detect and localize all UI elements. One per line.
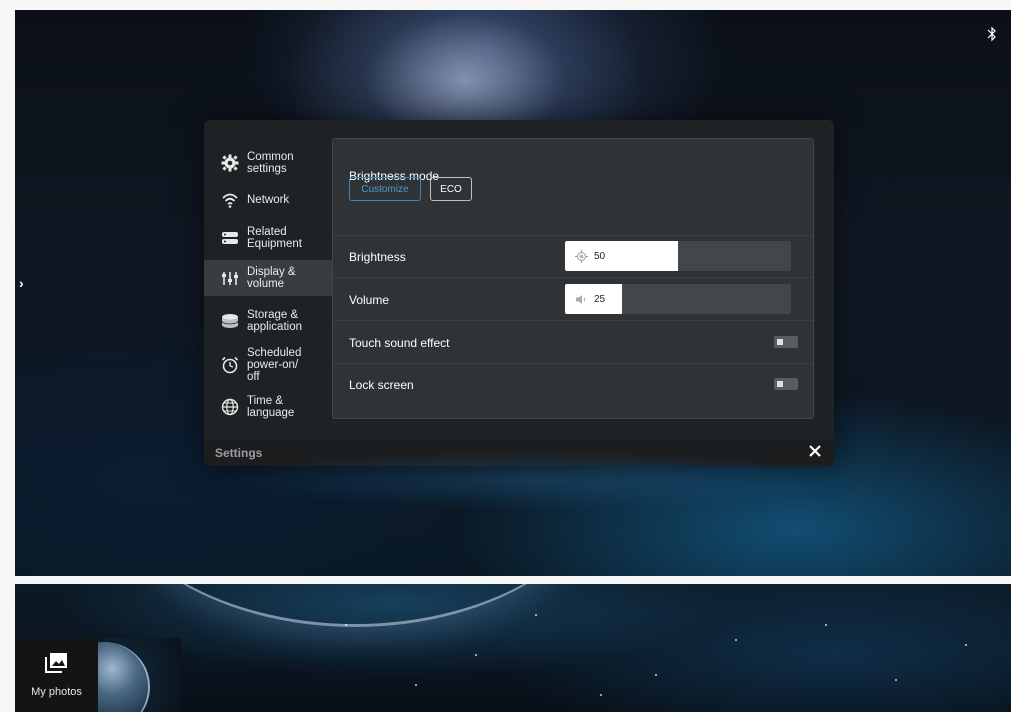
bluetooth-icon[interactable] (985, 26, 999, 42)
touch-sound-row: Touch sound effect (333, 321, 813, 364)
brightness-slider[interactable]: 50 (565, 241, 791, 271)
star (600, 694, 602, 696)
star (825, 624, 827, 626)
lock-screen-row: Lock screen (333, 364, 813, 406)
planet-horizon (95, 584, 615, 627)
my-photos-label: My photos (31, 686, 82, 698)
volume-slider-fill: 25 (565, 284, 622, 314)
lock-screen-toggle[interactable] (774, 378, 798, 390)
brightness-mode-row: Brightness mode Customize ECO (333, 139, 813, 236)
star (735, 639, 737, 641)
lock-screen-label: Lock screen (349, 378, 414, 392)
display-volume-panel: Brightness mode Customize ECO Brightness (332, 138, 814, 419)
brightness-icon (575, 249, 588, 263)
lower-screen: My photos (15, 584, 1011, 712)
volume-row: Volume 25 (333, 278, 813, 321)
customize-button[interactable]: Customize (349, 177, 421, 201)
sidebar-item-storage-application[interactable]: Storage & application (204, 304, 332, 338)
star (965, 644, 967, 646)
globe-icon (221, 398, 239, 416)
storage-icon (221, 314, 239, 328)
sidebar-item-common-settings[interactable]: Common settings (204, 146, 332, 180)
gear-icon (221, 154, 239, 172)
settings-dialog: Common settings Network Related Equipmen… (204, 120, 834, 466)
sidebar-item-label: Common settings (247, 151, 294, 175)
equipment-icon (222, 232, 238, 244)
close-icon[interactable] (808, 444, 822, 458)
volume-slider[interactable]: 25 (565, 284, 791, 314)
brightness-slider-fill: 50 (565, 241, 678, 271)
star (655, 674, 657, 676)
photos-icon (45, 653, 67, 673)
brightness-row: Brightness 50 (333, 236, 813, 278)
touch-sound-toggle[interactable] (774, 336, 798, 348)
star (475, 654, 477, 656)
sidebar-item-related-equipment[interactable]: Related Equipment (204, 224, 332, 252)
sidebar-item-display-volume[interactable]: Display & volume (204, 260, 332, 296)
brightness-value: 50 (594, 250, 606, 262)
edge-expand-arrow[interactable]: › (19, 275, 24, 291)
settings-footer: Settings (204, 440, 834, 466)
wifi-icon (222, 193, 238, 208)
settings-title: Settings (215, 446, 263, 460)
speaker-icon (576, 294, 586, 304)
sidebar-item-time-language[interactable]: Time & language (204, 392, 332, 422)
eco-button[interactable]: ECO (430, 177, 472, 201)
sidebar-item-label: Related Equipment (247, 226, 302, 250)
sidebar-item-network[interactable]: Network (204, 190, 332, 210)
star (345, 624, 347, 626)
sidebar-item-label: Storage & application (247, 309, 302, 333)
star (535, 614, 537, 616)
alarm-clock-icon (221, 356, 239, 374)
sidebar-item-label: Network (247, 194, 290, 206)
photo-thumbnail[interactable] (98, 638, 181, 712)
sidebar-item-label: Time & language (247, 395, 295, 419)
brightness-label: Brightness (349, 250, 406, 264)
sliders-icon (222, 272, 238, 285)
settings-sidebar: Common settings Network Related Equipmen… (204, 120, 332, 440)
touch-sound-label: Touch sound effect (349, 336, 450, 350)
star (415, 684, 417, 686)
sidebar-item-label: Display & volume (247, 266, 296, 290)
volume-label: Volume (349, 293, 390, 307)
my-photos-tile[interactable]: My photos (15, 638, 98, 712)
desktop-background: › Common settings Network Related Equipm… (15, 10, 1011, 576)
sidebar-item-scheduled-power[interactable]: Scheduled power-on/ off (204, 342, 332, 388)
sidebar-item-label: Scheduled power-on/ off (247, 347, 302, 383)
star (895, 679, 897, 681)
volume-value: 25 (594, 293, 606, 305)
thumbnail-planet (98, 642, 150, 712)
